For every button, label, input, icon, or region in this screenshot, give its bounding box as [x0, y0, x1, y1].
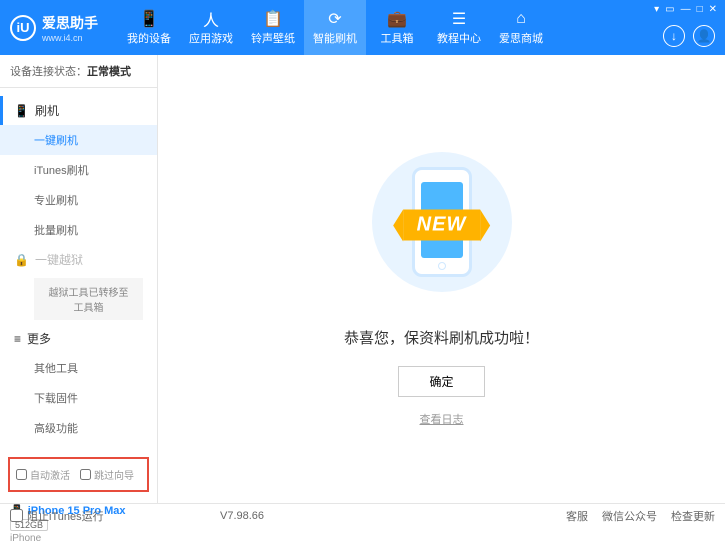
lock-icon: 🔒: [14, 253, 29, 267]
jailbreak-moved-note: 越狱工具已转移至工具箱: [34, 278, 143, 320]
tutorial-icon: ☰: [450, 10, 468, 28]
app-header: iU 爱思助手 www.i4.cn 📱我的设备 人应用游戏 📋铃声壁纸 ⟳智能刷…: [0, 0, 725, 55]
footer-wechat[interactable]: 微信公众号: [602, 508, 657, 524]
confirm-button[interactable]: 确定: [398, 366, 484, 397]
connection-status: 设备连接状态：正常模式: [0, 55, 157, 88]
success-illustration: NEW: [352, 132, 532, 312]
nav-tutorials[interactable]: ☰教程中心: [428, 0, 490, 55]
sidebar-other-tools[interactable]: 其他工具: [0, 353, 157, 383]
sidebar-pro-flash[interactable]: 专业刷机: [0, 185, 157, 215]
phone-small-icon: 📱: [14, 104, 29, 118]
success-message: 恭喜您，保资料刷机成功啦！: [344, 327, 539, 348]
toolbox-icon: 💼: [388, 10, 406, 28]
store-icon: ⌂: [512, 10, 530, 28]
view-log-link[interactable]: 查看日志: [420, 411, 464, 427]
skip-guide-checkbox[interactable]: 跳过向导: [80, 467, 134, 482]
sidebar-more-header[interactable]: ≡ 更多: [0, 324, 157, 353]
new-badge: NEW: [403, 210, 481, 241]
app-url: www.i4.cn: [42, 33, 98, 43]
main-nav: 📱我的设备 人应用游戏 📋铃声壁纸 ⟳智能刷机 💼工具箱 ☰教程中心 ⌂爱思商城: [118, 0, 552, 55]
nav-my-device[interactable]: 📱我的设备: [118, 0, 180, 55]
auto-activate-checkbox[interactable]: 自动激活: [16, 467, 70, 482]
sidebar-oneclick-flash[interactable]: 一键刷机: [0, 125, 157, 155]
nav-toolbox[interactable]: 💼工具箱: [366, 0, 428, 55]
flash-icon: ⟳: [326, 10, 344, 28]
download-button[interactable]: ↓: [663, 25, 685, 47]
menu-icon[interactable]: ▾: [654, 4, 659, 15]
nav-flash[interactable]: ⟳智能刷机: [304, 0, 366, 55]
footer-update[interactable]: 检查更新: [671, 508, 715, 524]
sidebar-download-firmware[interactable]: 下载固件: [0, 383, 157, 413]
sidebar-itunes-flash[interactable]: iTunes刷机: [0, 155, 157, 185]
block-itunes-checkbox[interactable]: 阻止iTunes运行: [10, 508, 104, 524]
sidebar-jailbreak-header[interactable]: 🔒 一键越狱: [0, 245, 157, 274]
sidebar-flash-header[interactable]: 📱 刷机: [0, 96, 157, 125]
maximize-icon[interactable]: □: [697, 4, 703, 15]
logo: iU 爱思助手 www.i4.cn: [0, 13, 108, 43]
footer-support[interactable]: 客服: [566, 508, 588, 524]
main-content: NEW 恭喜您，保资料刷机成功啦！ 确定 查看日志: [158, 55, 725, 503]
device-type: iPhone: [10, 533, 147, 544]
apps-icon: 人: [202, 10, 220, 28]
more-icon: ≡: [14, 332, 21, 346]
app-title: 爱思助手: [42, 13, 98, 33]
nav-apps[interactable]: 人应用游戏: [180, 0, 242, 55]
user-button[interactable]: 👤: [693, 25, 715, 47]
minimize-icon[interactable]: —: [681, 4, 691, 15]
version-label: V7.98.66: [220, 510, 264, 522]
sidebar: 设备连接状态：正常模式 📱 刷机 一键刷机 iTunes刷机 专业刷机 批量刷机…: [0, 55, 158, 503]
sidebar-batch-flash[interactable]: 批量刷机: [0, 215, 157, 245]
footer: 阻止iTunes运行 V7.98.66 客服 微信公众号 检查更新: [0, 503, 725, 527]
sidebar-advanced[interactable]: 高级功能: [0, 413, 157, 443]
close-icon[interactable]: ✕: [709, 4, 717, 15]
nav-ringtones[interactable]: 📋铃声壁纸: [242, 0, 304, 55]
nav-store[interactable]: ⌂爱思商城: [490, 0, 552, 55]
logo-icon: iU: [10, 15, 36, 41]
skin-icon[interactable]: ▭: [665, 4, 674, 15]
window-controls: ▾ ▭ — □ ✕: [654, 4, 717, 15]
options-box: 自动激活 跳过向导: [8, 457, 149, 492]
phone-icon: 📱: [140, 10, 158, 28]
wallpaper-icon: 📋: [264, 10, 282, 28]
